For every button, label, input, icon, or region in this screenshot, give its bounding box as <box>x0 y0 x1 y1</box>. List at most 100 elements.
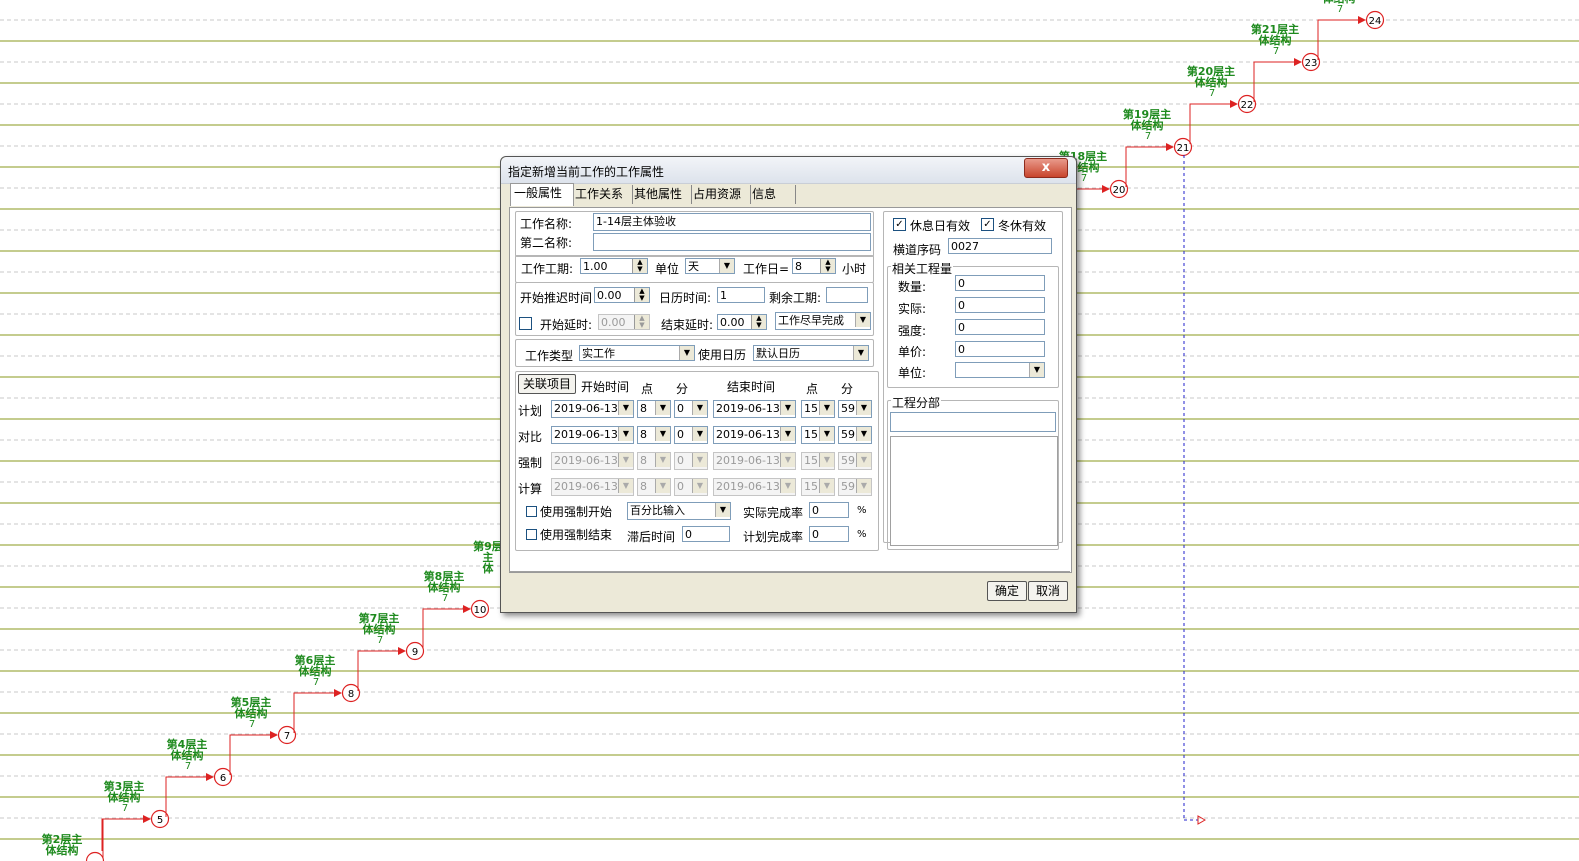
spinner-icon[interactable]: ▲ ▼ <box>820 259 835 273</box>
ok-button[interactable]: 确定 <box>987 581 1027 601</box>
unit-select[interactable]: 天 ▼ <box>685 258 735 274</box>
chevron-down-icon[interactable]: ▼ <box>692 453 707 467</box>
chevron-down-icon[interactable]: ▼ <box>692 479 707 493</box>
name-input[interactable]: 1-14层主体验收 <box>593 213 871 231</box>
division-input[interactable] <box>890 412 1056 432</box>
start-min-select[interactable]: 0 ▼ <box>674 452 708 470</box>
start-hour-select[interactable]: 8 ▼ <box>637 452 671 470</box>
node-number: 5 <box>157 815 163 826</box>
chevron-down-icon[interactable]: ▼ <box>780 427 795 441</box>
end-hour-select[interactable]: 15 ▼ <box>801 400 835 418</box>
end-min-select[interactable]: 59 ▼ <box>838 400 872 418</box>
duration-input[interactable]: 1.00 ▲ ▼ <box>580 258 648 274</box>
start-date-select[interactable]: 2019-06-13 ▼ <box>551 400 634 418</box>
end-hour-select[interactable]: 15 ▼ <box>801 452 835 470</box>
spinner-icon[interactable]: ▲ ▼ <box>632 259 647 273</box>
end-hour-select[interactable]: 15 ▼ <box>801 426 835 444</box>
chevron-down-icon[interactable]: ▼ <box>618 453 633 467</box>
intensity-input[interactable]: 0 <box>955 319 1045 335</box>
end-lag-input[interactable]: 0.00 ▲ ▼ <box>717 314 767 330</box>
cancel-button[interactable]: 取消 <box>1028 581 1068 601</box>
chevron-down-icon[interactable]: ▼ <box>856 453 871 467</box>
end-min-select[interactable]: 59 ▼ <box>838 452 872 470</box>
dialog-titlebar[interactable]: 指定新增当前工作的工作属性 x <box>501 157 1076 184</box>
end-min-select[interactable]: 59 ▼ <box>838 478 872 496</box>
chevron-down-icon[interactable]: ▼ <box>1029 363 1044 377</box>
unit2-select[interactable]: ▼ <box>955 362 1045 378</box>
start-lag-checkbox[interactable] <box>519 317 532 330</box>
lag-input[interactable]: 0 <box>682 526 730 542</box>
rest-day-checkbox[interactable]: ✓ <box>893 218 906 231</box>
start-date-select[interactable]: 2019-06-13 ▼ <box>551 452 634 470</box>
force-end-checkbox[interactable] <box>526 529 537 540</box>
start-date-select[interactable]: 2019-06-13 ▼ <box>551 478 634 496</box>
remaining-input[interactable] <box>826 287 868 303</box>
chevron-down-icon[interactable]: ▼ <box>819 401 834 415</box>
finish-mode-select[interactable]: 工作尽早完成 ▼ <box>775 312 871 330</box>
actual-rate-input[interactable]: 0 <box>809 502 849 518</box>
chevron-down-icon[interactable]: ▼ <box>618 479 633 493</box>
actual-input[interactable]: 0 <box>955 297 1045 313</box>
chevron-down-icon[interactable]: ▼ <box>856 401 871 415</box>
chevron-down-icon[interactable]: ▼ <box>618 401 633 415</box>
chevron-down-icon[interactable]: ▼ <box>655 453 670 467</box>
end-date-select[interactable]: 2019-06-13 ▼ <box>713 478 796 496</box>
spinner-icon[interactable]: ▲ ▼ <box>751 315 766 329</box>
second-name-input[interactable] <box>593 233 871 251</box>
chevron-down-icon[interactable]: ▼ <box>655 427 670 441</box>
winter-checkbox[interactable]: ✓ <box>981 218 994 231</box>
start-lag-input[interactable]: 0.00 ▲ ▼ <box>598 314 650 330</box>
chevron-down-icon[interactable]: ▼ <box>819 453 834 467</box>
start-delay-input[interactable]: 0.00 ▲ ▼ <box>594 287 650 303</box>
chevron-down-icon[interactable]: ▼ <box>819 427 834 441</box>
plan-rate-input[interactable]: 0 <box>809 526 849 542</box>
spinner-icon[interactable]: ▲ ▼ <box>634 315 649 329</box>
work-type-select[interactable]: 实工作 ▼ <box>579 345 695 361</box>
chevron-down-icon[interactable]: ▼ <box>819 479 834 493</box>
force-start-checkbox[interactable] <box>526 506 537 517</box>
end-date-select[interactable]: 2019-06-13 ▼ <box>713 452 796 470</box>
calendar-time-input[interactable]: 1 <box>717 287 765 303</box>
percent-mode-select[interactable]: 百分比输入 ▼ <box>627 502 731 520</box>
chevron-down-icon[interactable]: ▼ <box>856 427 871 441</box>
tab-general[interactable]: 一般属性 <box>510 183 574 206</box>
start-hour-select[interactable]: 8 ▼ <box>637 426 671 444</box>
end-date-select[interactable]: 2019-06-13 ▼ <box>713 400 796 418</box>
chevron-down-icon[interactable]: ▼ <box>618 427 633 441</box>
start-hour-select[interactable]: 8 ▼ <box>637 478 671 496</box>
tab-info[interactable]: 信息 <box>749 185 796 204</box>
chevron-down-icon[interactable]: ▼ <box>692 427 707 441</box>
chevron-down-icon[interactable]: ▼ <box>853 346 868 360</box>
start-hour-select[interactable]: 8 ▼ <box>637 400 671 418</box>
chevron-down-icon[interactable]: ▼ <box>780 479 795 493</box>
tab-resources[interactable]: 占用资源 <box>690 185 751 204</box>
close-icon[interactable]: x <box>1024 158 1068 178</box>
tab-other[interactable]: 其他属性 <box>631 185 692 204</box>
chevron-down-icon[interactable]: ▼ <box>655 479 670 493</box>
tab-relations[interactable]: 工作关系 <box>572 185 633 204</box>
qty-input[interactable]: 0 <box>955 275 1045 291</box>
chevron-down-icon[interactable]: ▼ <box>715 503 730 517</box>
end-date-select[interactable]: 2019-06-13 ▼ <box>713 426 796 444</box>
start-min-select[interactable]: 0 ▼ <box>674 478 708 496</box>
spinner-icon[interactable]: ▲ ▼ <box>634 288 649 302</box>
chevron-down-icon[interactable]: ▼ <box>692 401 707 415</box>
start-min-select[interactable]: 0 ▼ <box>674 426 708 444</box>
end-hour-select[interactable]: 15 ▼ <box>801 478 835 496</box>
start-min-select[interactable]: 0 ▼ <box>674 400 708 418</box>
chevron-down-icon[interactable]: ▼ <box>655 401 670 415</box>
chevron-down-icon[interactable]: ▼ <box>855 313 870 327</box>
chevron-down-icon[interactable]: ▼ <box>780 401 795 415</box>
chevron-down-icon[interactable]: ▼ <box>780 453 795 467</box>
chevron-down-icon[interactable]: ▼ <box>679 346 694 360</box>
calendar-select[interactable]: 默认日历 ▼ <box>753 345 869 361</box>
price-input[interactable]: 0 <box>955 341 1045 357</box>
link-project-button[interactable]: 关联项目 <box>518 374 576 394</box>
chevron-down-icon[interactable]: ▼ <box>719 259 734 273</box>
end-min-select[interactable]: 59 ▼ <box>838 426 872 444</box>
start-date-select[interactable]: 2019-06-13 ▼ <box>551 426 634 444</box>
workday-input[interactable]: 8 ▲ ▼ <box>792 258 836 274</box>
lane-input[interactable]: 0027 <box>948 238 1052 254</box>
chevron-down-icon[interactable]: ▼ <box>856 479 871 493</box>
division-list[interactable] <box>890 436 1058 546</box>
